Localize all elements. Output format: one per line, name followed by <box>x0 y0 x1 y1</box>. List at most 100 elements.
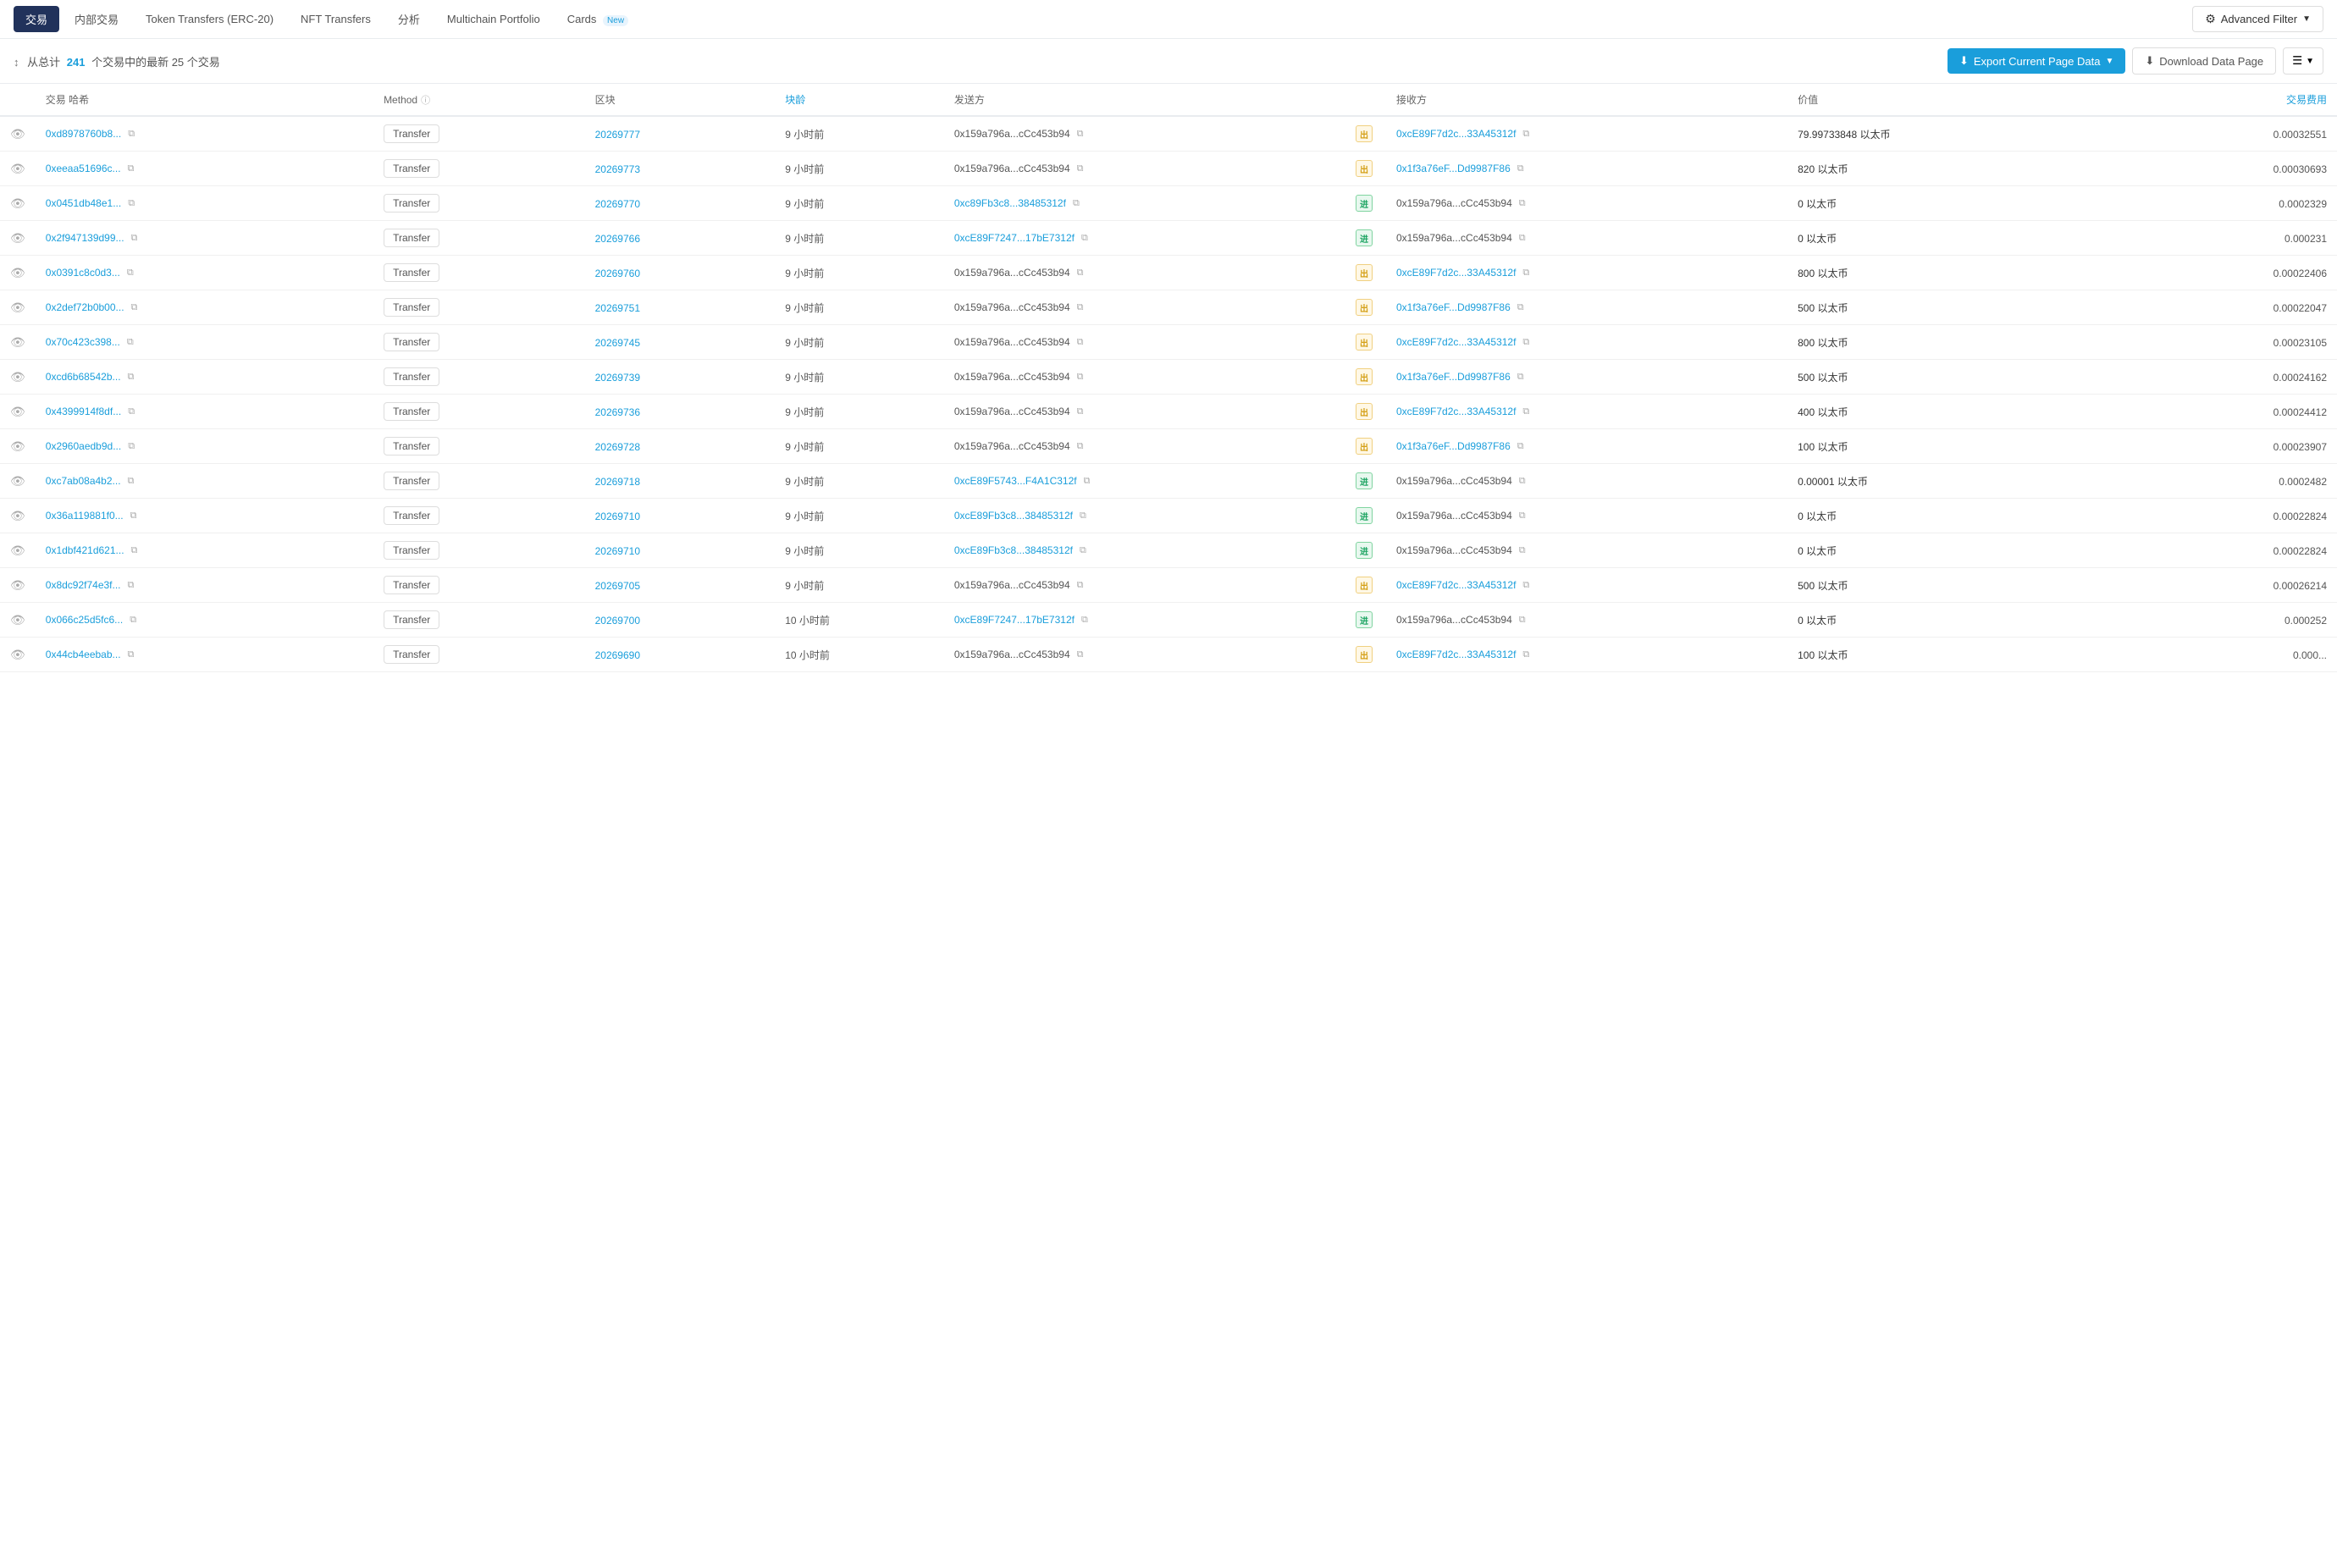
copy-icon[interactable]: ⧉ <box>1073 198 1080 209</box>
copy-icon[interactable]: ⧉ <box>128 476 135 487</box>
copy-icon[interactable]: ⧉ <box>130 511 137 522</box>
copy-icon[interactable]: ⧉ <box>1522 129 1529 140</box>
copy-icon[interactable]: ⧉ <box>1522 580 1529 591</box>
copy-icon[interactable]: ⧉ <box>128 580 135 591</box>
block-link[interactable]: 20269745 <box>595 337 640 349</box>
nav-tab-multichain[interactable]: Multichain Portfolio <box>435 8 552 30</box>
to-address-link[interactable]: 0x1f3a76eF...Dd9987F86 <box>1396 371 1511 383</box>
block-link[interactable]: 20269770 <box>595 198 640 210</box>
copy-icon[interactable]: ⧉ <box>1077 163 1084 174</box>
tx-hash-link[interactable]: 0xcd6b68542b... <box>46 371 121 383</box>
tx-hash-link[interactable]: 0x36a119881f0... <box>46 510 124 522</box>
tx-hash-link[interactable]: 0xd8978760b8... <box>46 128 121 140</box>
copy-icon[interactable]: ⧉ <box>127 268 134 279</box>
from-address-link[interactable]: 0xcE89F7247...17bE7312f <box>954 614 1075 626</box>
copy-icon[interactable]: ⧉ <box>1081 615 1088 626</box>
copy-icon[interactable]: ⧉ <box>1522 268 1529 279</box>
export-button[interactable]: ⬇ Export Current Page Data ▼ <box>1948 48 2125 74</box>
block-link[interactable]: 20269736 <box>595 406 640 418</box>
to-address-link[interactable]: 0x1f3a76eF...Dd9987F86 <box>1396 163 1511 174</box>
eye-icon[interactable]: 👁 <box>10 405 25 418</box>
copy-icon[interactable]: ⧉ <box>128 198 135 209</box>
to-address-link[interactable]: 0xcE89F7d2c...33A45312f <box>1396 267 1516 279</box>
to-address-link[interactable]: 0xcE89F7d2c...33A45312f <box>1396 406 1516 417</box>
eye-icon[interactable]: 👁 <box>10 196 25 210</box>
copy-icon[interactable]: ⧉ <box>1080 511 1086 522</box>
tx-hash-link[interactable]: 0x2f947139d99... <box>46 232 124 244</box>
tx-hash-link[interactable]: 0xc7ab08a4b2... <box>46 475 121 487</box>
copy-icon[interactable]: ⧉ <box>1077 129 1084 140</box>
tx-hash-link[interactable]: 0x70c423c398... <box>46 336 120 348</box>
copy-icon[interactable]: ⧉ <box>131 302 138 313</box>
tx-hash-link[interactable]: 0x4399914f8df... <box>46 406 121 417</box>
copy-icon[interactable]: ⧉ <box>1077 406 1084 417</box>
eye-icon[interactable]: 👁 <box>10 544 25 557</box>
copy-icon[interactable]: ⧉ <box>1077 580 1084 591</box>
block-link[interactable]: 20269777 <box>595 129 640 141</box>
to-address-link[interactable]: 0xcE89F7d2c...33A45312f <box>1396 649 1516 660</box>
copy-icon[interactable]: ⧉ <box>1517 302 1524 313</box>
eye-icon[interactable]: 👁 <box>10 509 25 522</box>
copy-icon[interactable]: ⧉ <box>1084 476 1091 487</box>
copy-icon[interactable]: ⧉ <box>1519 233 1526 244</box>
tx-hash-link[interactable]: 0x066c25d5fc6... <box>46 614 123 626</box>
tx-hash-link[interactable]: 0x1dbf421d621... <box>46 544 124 556</box>
copy-icon[interactable]: ⧉ <box>1522 649 1529 660</box>
eye-icon[interactable]: 👁 <box>10 613 25 627</box>
to-address-link[interactable]: 0xcE89F7d2c...33A45312f <box>1396 128 1516 140</box>
from-address-link[interactable]: 0xc89Fb3c8...38485312f <box>954 197 1066 209</box>
nav-tab-internal[interactable]: 内部交易 <box>63 6 130 32</box>
block-link[interactable]: 20269760 <box>595 268 640 279</box>
eye-icon[interactable]: 👁 <box>10 266 25 279</box>
copy-icon[interactable]: ⧉ <box>130 615 136 626</box>
download-button[interactable]: ⬇ Download Data Page <box>2132 47 2276 75</box>
copy-icon[interactable]: ⧉ <box>1519 545 1526 556</box>
tx-hash-link[interactable]: 0xeeaa51696c... <box>46 163 121 174</box>
block-link[interactable]: 20269728 <box>595 441 640 453</box>
copy-icon[interactable]: ⧉ <box>1081 233 1088 244</box>
nav-tab-token-transfers[interactable]: Token Transfers (ERC-20) <box>134 8 285 30</box>
eye-icon[interactable]: 👁 <box>10 335 25 349</box>
filter-button[interactable]: ☰ ▼ <box>2283 47 2323 75</box>
copy-icon[interactable]: ⧉ <box>1519 511 1526 522</box>
copy-icon[interactable]: ⧉ <box>128 372 135 383</box>
to-address-link[interactable]: 0xcE89F7d2c...33A45312f <box>1396 336 1516 348</box>
block-link[interactable]: 20269718 <box>595 476 640 488</box>
block-link[interactable]: 20269705 <box>595 580 640 592</box>
block-link[interactable]: 20269751 <box>595 302 640 314</box>
nav-tab-analytics[interactable]: 分析 <box>386 6 432 32</box>
copy-icon[interactable]: ⧉ <box>1077 268 1084 279</box>
tx-hash-link[interactable]: 0x8dc92f74e3f... <box>46 579 121 591</box>
copy-icon[interactable]: ⧉ <box>128 441 135 452</box>
tx-hash-link[interactable]: 0x44cb4eebab... <box>46 649 121 660</box>
copy-icon[interactable]: ⧉ <box>1077 337 1084 348</box>
copy-icon[interactable]: ⧉ <box>1080 545 1086 556</box>
block-link[interactable]: 20269773 <box>595 163 640 175</box>
nav-tab-nft-transfers[interactable]: NFT Transfers <box>289 8 383 30</box>
copy-icon[interactable]: ⧉ <box>131 233 138 244</box>
from-address-link[interactable]: 0xcE89Fb3c8...38485312f <box>954 510 1073 522</box>
nav-tab-transactions[interactable]: 交易 <box>14 6 59 32</box>
copy-icon[interactable]: ⧉ <box>131 545 138 556</box>
from-address-link[interactable]: 0xcE89F7247...17bE7312f <box>954 232 1075 244</box>
copy-icon[interactable]: ⧉ <box>1522 406 1529 417</box>
to-address-link[interactable]: 0x1f3a76eF...Dd9987F86 <box>1396 440 1511 452</box>
copy-icon[interactable]: ⧉ <box>128 163 135 174</box>
copy-icon[interactable]: ⧉ <box>1077 372 1084 383</box>
copy-icon[interactable]: ⧉ <box>1519 198 1526 209</box>
copy-icon[interactable]: ⧉ <box>128 129 135 140</box>
block-link[interactable]: 20269739 <box>595 372 640 384</box>
to-address-link[interactable]: 0xcE89F7d2c...33A45312f <box>1396 579 1516 591</box>
block-link[interactable]: 20269710 <box>595 545 640 557</box>
copy-icon[interactable]: ⧉ <box>1517 372 1524 383</box>
block-link[interactable]: 20269710 <box>595 511 640 522</box>
eye-icon[interactable]: 👁 <box>10 474 25 488</box>
block-link[interactable]: 20269766 <box>595 233 640 245</box>
col-header-age[interactable]: 块龄 <box>775 84 944 116</box>
tx-hash-link[interactable]: 0x2960aedb9d... <box>46 440 121 452</box>
copy-icon[interactable]: ⧉ <box>1517 163 1524 174</box>
advanced-filter-button[interactable]: ⚙ Advanced Filter ▼ <box>2192 6 2323 32</box>
eye-icon[interactable]: 👁 <box>10 578 25 592</box>
copy-icon[interactable]: ⧉ <box>128 406 135 417</box>
copy-icon[interactable]: ⧉ <box>127 337 134 348</box>
